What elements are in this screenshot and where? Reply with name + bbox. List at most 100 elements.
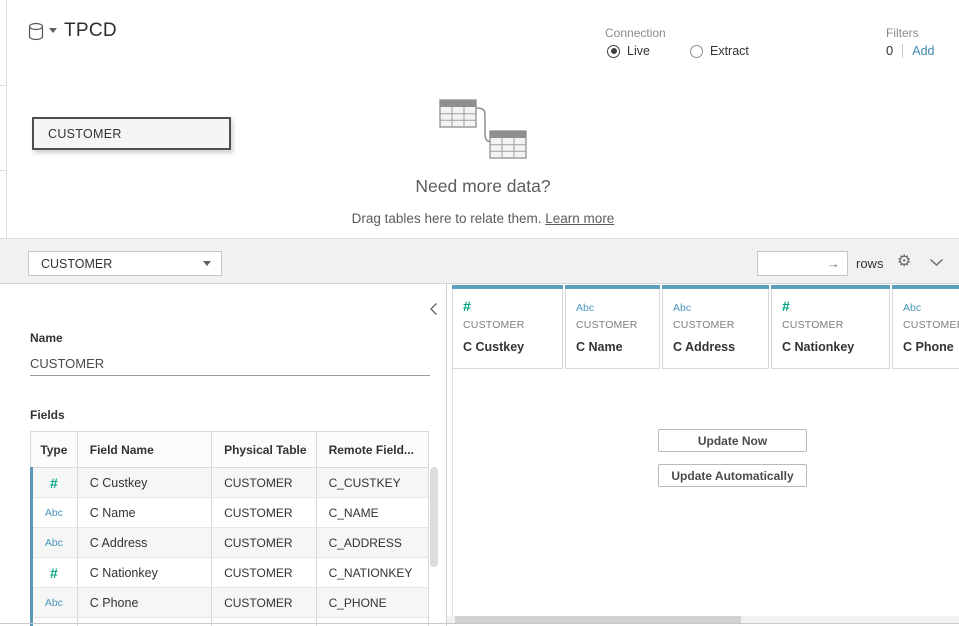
table-row[interactable]: Abc C Name CUSTOMER C_NAME — [31, 498, 428, 528]
radio-unselected-icon — [690, 45, 703, 58]
grid-column-header[interactable]: # CUSTOMER C Custkey — [452, 285, 563, 369]
column-table-name: CUSTOMER — [673, 319, 768, 331]
column-table-name: CUSTOMER — [463, 319, 562, 331]
drag-tables-hint: Drag tables here to relate them. — [352, 211, 542, 226]
column-field-name: C Address — [673, 340, 768, 354]
fields-table: Type Field Name Physical Table Remote Fi… — [30, 431, 429, 626]
string-type-icon: Abc — [45, 597, 63, 609]
tableau-datasource-page: TPCD Connection Live Extract Filters 0 A… — [0, 0, 959, 626]
rows-label: rows — [856, 256, 883, 271]
table-selector-dropdown[interactable]: CUSTOMER — [28, 251, 222, 276]
physical-table-cell: CUSTOMER — [212, 498, 316, 527]
column-table-name: CUSTOMER — [782, 319, 889, 331]
fields-table-vertical-scrollbar[interactable] — [430, 467, 438, 567]
remote-field-cell: C_NATIONKEY — [317, 558, 428, 587]
remote-field-cell: C_PHONE — [317, 588, 428, 617]
pane-divider — [0, 170, 7, 171]
physical-table-cell: CUSTOMER — [212, 528, 316, 557]
string-type-icon: Abc — [903, 302, 921, 314]
table-row[interactable]: # C Nationkey CUSTOMER C_NATIONKEY — [31, 558, 428, 588]
string-type-icon: Abc — [45, 507, 63, 519]
grid-header-row: # CUSTOMER C Custkey Abc CUSTOMER C Name… — [452, 285, 959, 369]
row-limit-field: → — [757, 251, 848, 276]
remote-field-cell: C_ADDRESS — [317, 528, 428, 557]
field-name-cell: C Name — [78, 498, 212, 527]
number-type-icon: # — [50, 475, 58, 491]
rows-selection-bar — [30, 467, 33, 626]
data-preview-grid: # CUSTOMER C Custkey Abc CUSTOMER C Name… — [447, 284, 959, 626]
field-name-cell: C Custkey — [78, 468, 212, 497]
physical-table-cell: CUSTOMER — [212, 588, 316, 617]
grid-column-header[interactable]: Abc CUSTOMER C Name — [565, 285, 660, 369]
grid-column-header[interactable]: Abc CUSTOMER C Phone — [892, 285, 959, 369]
fields-label: Fields — [30, 408, 65, 422]
column-field-name: C Name — [576, 340, 659, 354]
field-name-cell: C Phone — [78, 588, 212, 617]
learn-more-link[interactable]: Learn more — [545, 211, 614, 226]
gear-icon[interactable]: ⚙ — [897, 251, 911, 271]
column-header-field-name[interactable]: Field Name — [78, 432, 212, 467]
update-now-button[interactable]: Update Now — [658, 429, 807, 452]
radio-selected-icon — [607, 45, 620, 58]
add-filter-link[interactable]: Add — [912, 44, 934, 58]
row-limit-input[interactable] — [758, 257, 827, 271]
column-header-physical-table[interactable]: Physical Table — [212, 432, 316, 467]
filters-count: 0 — [886, 43, 893, 58]
physical-table-cell: CUSTOMER — [212, 558, 316, 587]
column-field-name: C Nationkey — [782, 340, 889, 354]
fields-table-header: Type Field Name Physical Table Remote Fi… — [31, 432, 428, 468]
datasource-title: TPCD — [64, 20, 117, 42]
chevron-down-icon — [203, 261, 211, 266]
physical-table-cell: CUSTOMER — [212, 468, 316, 497]
empty-state-subtitle: Drag tables here to relate them. Learn m… — [7, 211, 959, 226]
table-name-input[interactable]: CUSTOMER — [30, 352, 430, 376]
number-type-icon: # — [50, 565, 58, 581]
database-icon — [27, 22, 45, 47]
update-automatically-button[interactable]: Update Automatically — [658, 464, 807, 487]
column-field-name: C Custkey — [463, 340, 562, 354]
grid-body-border — [452, 369, 453, 616]
chevron-down-icon[interactable] — [929, 258, 944, 267]
grid-column-header[interactable]: Abc CUSTOMER C Address — [662, 285, 769, 369]
column-table-name: CUSTOMER — [576, 319, 659, 331]
connection-extract-radio[interactable]: Extract — [690, 44, 749, 58]
column-field-name: C Phone — [903, 340, 959, 354]
datasource-menu[interactable] — [27, 22, 57, 47]
number-type-icon: # — [782, 298, 790, 314]
chevron-down-icon — [49, 28, 57, 33]
collapsed-connections-pane[interactable] — [0, 0, 7, 238]
connection-live-radio[interactable]: Live — [607, 44, 650, 58]
relate-tables-illustration — [438, 98, 530, 162]
datagrid-toolbar: CUSTOMER → rows ⚙ — [0, 238, 959, 284]
canvas-table-customer[interactable]: CUSTOMER — [32, 117, 231, 150]
string-type-icon: Abc — [576, 302, 594, 314]
name-label: Name — [30, 331, 63, 345]
grid-column-header[interactable]: # CUSTOMER C Nationkey — [771, 285, 890, 369]
table-row-clipped — [31, 618, 428, 626]
filters-row: 0 Add — [886, 43, 934, 58]
number-type-icon: # — [463, 298, 471, 314]
string-type-icon: Abc — [673, 302, 691, 314]
column-header-type[interactable]: Type — [31, 432, 78, 467]
table-selector-value: CUSTOMER — [41, 257, 112, 271]
pane-divider — [0, 85, 7, 86]
radio-label: Extract — [710, 44, 749, 58]
table-row[interactable]: # C Custkey CUSTOMER C_CUSTKEY — [31, 468, 428, 498]
filters-label: Filters — [886, 26, 919, 40]
field-name-cell: C Nationkey — [78, 558, 212, 587]
column-table-name: CUSTOMER — [903, 319, 959, 331]
divider — [902, 44, 903, 58]
collapse-panel-icon[interactable] — [429, 302, 438, 316]
table-row[interactable]: Abc C Phone CUSTOMER C_PHONE — [31, 588, 428, 618]
connection-label: Connection — [605, 26, 666, 40]
remote-field-cell: C_NAME — [317, 498, 428, 527]
apply-rows-arrow-icon[interactable]: → — [827, 256, 847, 271]
window-bottom-border — [0, 623, 959, 624]
field-name-cell: C Address — [78, 528, 212, 557]
table-row[interactable]: Abc C Address CUSTOMER C_ADDRESS — [31, 528, 428, 558]
string-type-icon: Abc — [45, 537, 63, 549]
empty-state-title: Need more data? — [7, 176, 959, 197]
remote-field-cell: C_CUSTKEY — [317, 468, 428, 497]
table-details-panel: Name CUSTOMER Fields Type Field Name Phy… — [0, 284, 447, 626]
column-header-remote-field[interactable]: Remote Field... — [317, 432, 428, 467]
